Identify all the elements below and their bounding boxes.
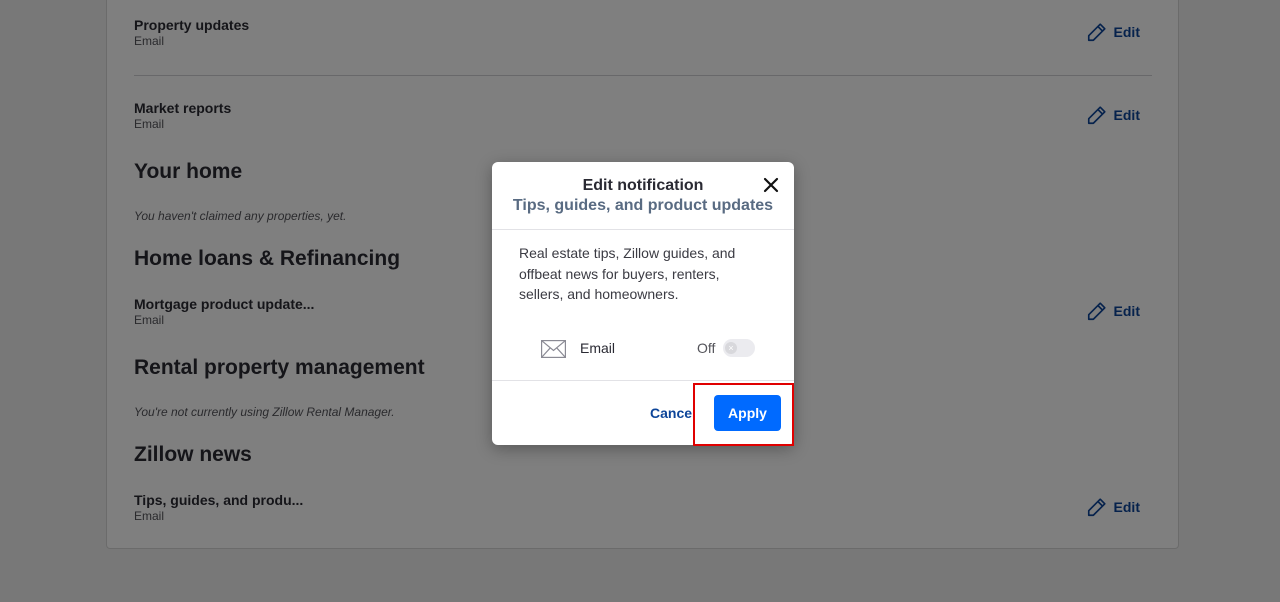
email-toggle[interactable]: × bbox=[723, 339, 755, 357]
dialog-title: Edit notification bbox=[582, 177, 704, 194]
dialog-subtitle: Tips, guides, and product updates bbox=[512, 197, 774, 214]
dialog-description: Real estate tips, Zillow guides, and off… bbox=[519, 245, 736, 302]
apply-button[interactable]: Apply bbox=[714, 395, 781, 431]
dialog-footer-divider bbox=[492, 380, 794, 381]
edit-notification-dialog: Edit notification Tips, guides, and prod… bbox=[492, 162, 794, 445]
toggle-knob-x-icon: × bbox=[725, 342, 737, 354]
email-channel-label: Email bbox=[580, 340, 616, 356]
dialog-header-divider bbox=[492, 229, 794, 230]
mail-icon bbox=[541, 340, 566, 358]
cancel-button[interactable]: Cancel bbox=[650, 405, 696, 421]
toggle-state-label: Off bbox=[697, 340, 716, 356]
email-preference-row: Email Off × bbox=[541, 337, 761, 359]
close-icon[interactable] bbox=[762, 176, 780, 194]
